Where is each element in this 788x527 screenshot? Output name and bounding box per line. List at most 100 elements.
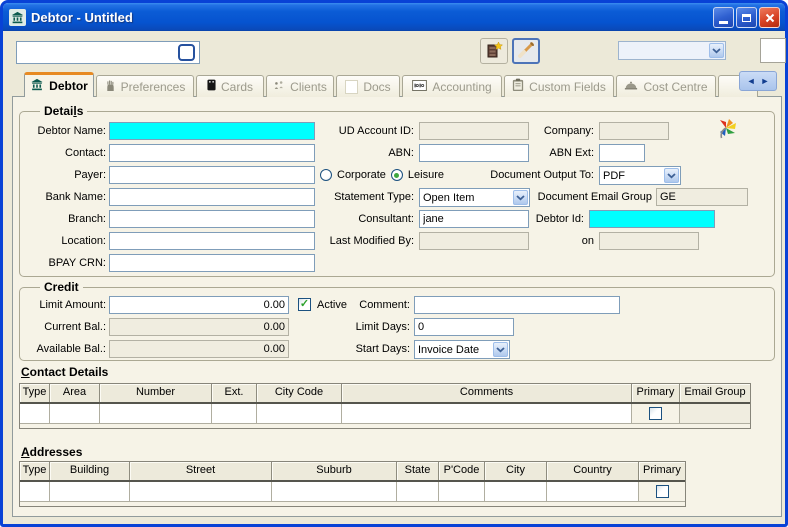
close-button[interactable] [759, 7, 780, 28]
binary-box-icon [412, 79, 428, 94]
bpay-crn-field[interactable] [109, 254, 315, 272]
tab-strip: Debtor Preferences Cards Clients Docs Ac… [24, 72, 758, 97]
limit-amount-field[interactable] [109, 296, 289, 314]
col-header: Type [20, 462, 50, 480]
col-header: City Code [257, 384, 342, 402]
primary-checkbox[interactable] [655, 485, 669, 498]
pcode-cell[interactable] [439, 482, 485, 501]
col-header: Area [50, 384, 100, 402]
start-days-value: Invoice Date [418, 343, 480, 356]
document-email-group-label: Document Email Group [537, 191, 652, 203]
hand-icon [105, 79, 116, 95]
col-header: State [397, 462, 439, 480]
suburb-cell[interactable] [272, 482, 397, 501]
tab-label: Docs [363, 79, 391, 94]
corporate-radio[interactable] [320, 169, 332, 181]
tab-cost-centre[interactable]: Cost Centre [616, 75, 716, 97]
bank-icon [9, 8, 26, 26]
col-header: Primary [632, 384, 680, 402]
search-lookup-button[interactable] [178, 44, 195, 61]
col-header: Suburb [272, 462, 397, 480]
payer-field[interactable] [109, 166, 315, 184]
primary-checkbox[interactable] [649, 407, 662, 420]
chevron-down-icon[interactable] [493, 342, 508, 357]
contact-details-heading: Contact Details [21, 365, 109, 379]
statement-type-combobox[interactable]: Open Item [419, 188, 530, 207]
limit-days-field[interactable] [414, 318, 514, 336]
street-cell[interactable] [130, 482, 272, 501]
new-record-button[interactable] [480, 38, 508, 64]
maximize-button[interactable] [736, 7, 757, 28]
chevron-down-icon[interactable] [513, 190, 528, 205]
tab-scroll-buttons[interactable]: ◄ ► [739, 71, 777, 91]
toolbar-blank-box[interactable] [760, 38, 786, 63]
col-header: P'Code [439, 462, 485, 480]
area-cell[interactable] [50, 404, 100, 423]
type-cell[interactable] [20, 404, 50, 423]
chevron-down-icon[interactable] [709, 43, 724, 58]
paintbrush-icon [517, 41, 535, 62]
col-header: Street [130, 462, 272, 480]
number-cell[interactable] [100, 404, 212, 423]
leisure-radio[interactable] [390, 169, 403, 181]
tab-debtor[interactable]: Debtor [24, 72, 94, 97]
comment-field[interactable] [414, 296, 620, 314]
tab-docs[interactable]: Docs [336, 75, 400, 97]
edit-button[interactable] [512, 38, 540, 64]
debtor-name-field[interactable] [109, 122, 315, 140]
contact-field[interactable] [109, 144, 315, 162]
tab-preferences[interactable]: Preferences [96, 75, 194, 97]
abn-field[interactable] [419, 144, 529, 162]
col-header: Email Group [680, 384, 750, 402]
col-header: Comments [342, 384, 632, 402]
bank-name-field[interactable] [109, 188, 315, 206]
tab-clients[interactable]: Clients [266, 75, 334, 97]
comments-cell[interactable] [342, 404, 632, 423]
tab-cards[interactable]: Cards [196, 75, 264, 97]
primary-cell [632, 404, 680, 423]
limit-amount-label: Limit Amount: [39, 299, 106, 311]
abn-ext-field[interactable] [599, 144, 645, 162]
col-header: Country [547, 462, 639, 480]
quick-search-input[interactable] [16, 41, 200, 64]
type-cell[interactable] [20, 482, 50, 501]
company-label: Company: [543, 125, 594, 137]
state-cell[interactable] [397, 482, 439, 501]
addresses-heading: Addresses [21, 445, 83, 459]
contact-grid-row [20, 404, 750, 424]
col-header: Building [50, 462, 130, 480]
card-icon [207, 79, 216, 94]
chevron-down-icon[interactable] [664, 168, 679, 183]
city-cell[interactable] [485, 482, 547, 501]
limit-days-label: Limit Days: [355, 321, 410, 333]
statement-type-label: Statement Type: [334, 191, 414, 203]
start-days-combobox[interactable]: Invoice Date [414, 340, 510, 359]
people-icon [273, 80, 285, 94]
addresses-grid: Type Building Street Suburb State P'Code… [19, 461, 686, 507]
building-cell[interactable] [50, 482, 130, 501]
ud-account-id-field [419, 122, 529, 140]
start-days-label: Start Days: [355, 343, 410, 355]
tab-label: Custom Fields [529, 79, 606, 94]
tab-label: Cards [220, 79, 253, 94]
toolbar-combobox[interactable] [618, 41, 726, 60]
country-cell[interactable] [547, 482, 639, 501]
tab-custom-fields[interactable]: Custom Fields [504, 75, 614, 97]
branch-field[interactable] [109, 210, 315, 228]
document-output-to-combobox[interactable]: PDF [599, 166, 681, 185]
available-bal-label: Available Bal.: [36, 343, 106, 355]
minimize-button[interactable] [713, 7, 734, 28]
tab-accounting[interactable]: Accounting [402, 75, 502, 97]
scroll-right-icon[interactable]: ► [761, 76, 770, 86]
credit-group: Credit Limit Amount: ✓ Active Comment: C… [19, 280, 775, 361]
location-field[interactable] [109, 232, 315, 250]
title-bar[interactable]: Debtor - Untitled [3, 3, 785, 31]
company-field [599, 122, 669, 140]
city-code-cell[interactable] [257, 404, 342, 423]
debtor-id-field[interactable] [589, 210, 715, 228]
pinwheel-icon[interactable] [714, 118, 738, 143]
ext-cell[interactable] [212, 404, 257, 423]
tab-label: Debtor [49, 79, 88, 93]
active-checkbox[interactable]: ✓ [298, 298, 311, 311]
scroll-left-icon[interactable]: ◄ [747, 76, 756, 86]
